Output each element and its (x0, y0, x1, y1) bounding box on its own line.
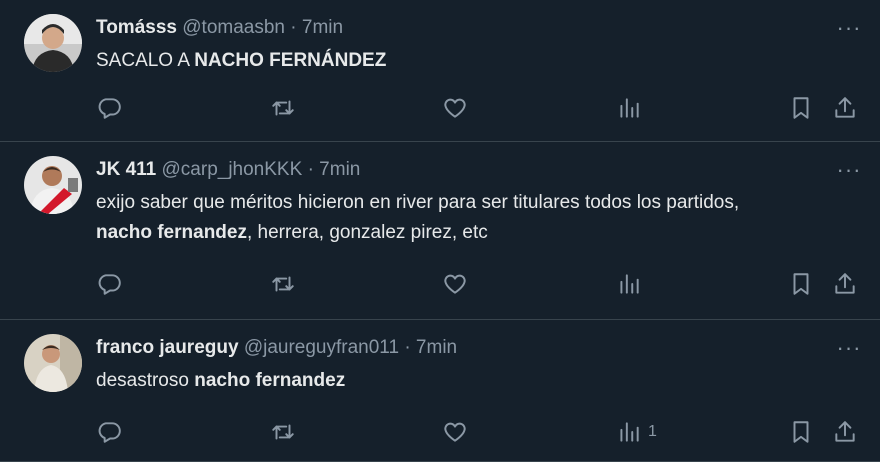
author-handle[interactable]: @tomaasbn (182, 17, 285, 38)
more-icon[interactable]: ··· (834, 14, 864, 42)
avatar[interactable] (24, 156, 82, 214)
text-part: desastroso (96, 370, 195, 391)
views-button[interactable] (616, 267, 648, 301)
timestamp[interactable]: 7min (416, 337, 457, 358)
author-name[interactable]: Tomásss (96, 17, 177, 38)
views-button[interactable]: 1 (616, 415, 657, 449)
retweet-button[interactable] (270, 91, 296, 125)
author-handle[interactable]: @jaureguyfran011 (244, 337, 399, 358)
author-name[interactable]: franco jaureguy (96, 337, 239, 358)
tweet[interactable]: franco jaureguy @jaureguyfran011 · 7min … (0, 320, 880, 462)
tweet-text: SACALO A NACHO FERNÁNDEZ (96, 46, 860, 76)
reply-icon (96, 95, 122, 121)
reply-icon (96, 271, 122, 297)
like-button[interactable] (442, 267, 468, 301)
views-icon (616, 271, 642, 297)
like-button[interactable] (442, 415, 468, 449)
views-count: 1 (648, 423, 657, 440)
avatar[interactable] (24, 14, 82, 72)
tweet-text: desastroso nacho fernandez (96, 366, 860, 396)
views-icon (616, 419, 642, 445)
text-mention: nacho fernandez (194, 370, 346, 391)
tweet-header: franco jaureguy @jaureguyfran011 · 7min (96, 334, 860, 362)
action-bar (96, 267, 862, 301)
timestamp[interactable]: 7min (319, 159, 360, 180)
reply-icon (96, 419, 122, 445)
retweet-icon (270, 95, 296, 121)
separator: · (307, 159, 314, 180)
bookmark-button[interactable] (788, 91, 814, 125)
share-button[interactable] (832, 91, 858, 125)
timestamp[interactable]: 7min (302, 17, 343, 38)
tweet-header: Tomásss @tomaasbn · 7min (96, 14, 860, 42)
like-icon (442, 95, 468, 121)
share-icon (832, 95, 858, 121)
bookmark-button[interactable] (788, 415, 814, 449)
text-mention: nacho fernandez (96, 222, 247, 243)
text-part: exijo saber que méritos hicieron en rive… (96, 192, 740, 213)
retweet-icon (270, 271, 296, 297)
more-icon[interactable]: ··· (834, 334, 864, 362)
bookmark-icon (788, 419, 814, 445)
bookmark-icon (788, 271, 814, 297)
text-part: SACALO A (96, 50, 195, 71)
reply-button[interactable] (96, 91, 122, 125)
bookmark-button[interactable] (788, 267, 814, 301)
avatar[interactable] (24, 334, 82, 392)
author-handle[interactable]: @carp_jhonKKK (162, 159, 303, 180)
tweet[interactable]: Tomásss @tomaasbn · 7min SACALO A NACHO … (0, 0, 880, 142)
bookmark-icon (788, 95, 814, 121)
share-icon (832, 419, 858, 445)
retweet-icon (270, 419, 296, 445)
action-bar: 1 (96, 415, 862, 449)
tweet-text: exijo saber que méritos hicieron en rive… (96, 188, 786, 248)
reply-button[interactable] (96, 415, 122, 449)
share-button[interactable] (832, 267, 858, 301)
reply-button[interactable] (96, 267, 122, 301)
more-icon[interactable]: ··· (834, 156, 864, 184)
like-icon (442, 271, 468, 297)
share-icon (832, 271, 858, 297)
text-mention: NACHO FERNÁNDEZ (194, 50, 387, 71)
separator: · (404, 337, 411, 358)
like-icon (442, 419, 468, 445)
views-icon (616, 95, 642, 121)
tweet[interactable]: JK 411 @carp_jhonKKK · 7min exijo saber … (0, 142, 880, 320)
like-button[interactable] (442, 91, 468, 125)
separator: · (290, 17, 297, 38)
action-bar (96, 91, 862, 125)
views-button[interactable] (616, 91, 648, 125)
retweet-button[interactable] (270, 415, 296, 449)
author-name[interactable]: JK 411 (96, 159, 156, 180)
retweet-button[interactable] (270, 267, 296, 301)
share-button[interactable] (832, 415, 858, 449)
tweet-header: JK 411 @carp_jhonKKK · 7min (96, 156, 860, 184)
text-part: , herrera, gonzalez pirez, etc (246, 222, 488, 243)
